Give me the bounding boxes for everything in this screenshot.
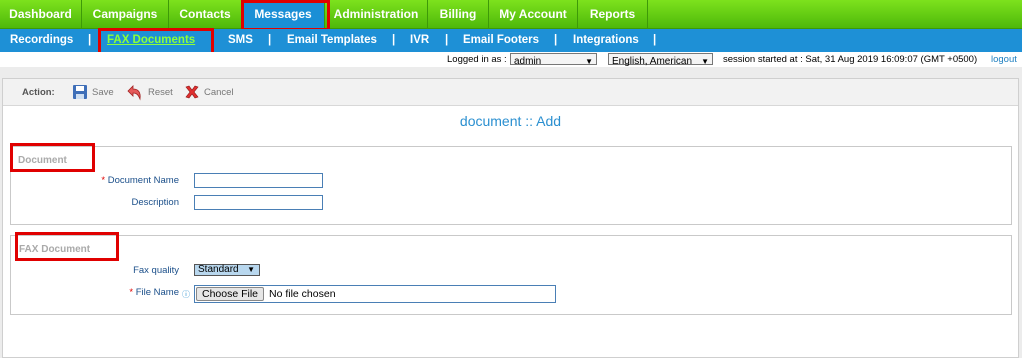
cancel-button[interactable]: Cancel	[184, 84, 242, 102]
chevron-down-icon: ▼	[701, 57, 709, 66]
cancel-label: Cancel	[204, 87, 234, 98]
description-field[interactable]	[194, 195, 323, 210]
chevron-down-icon: ▼	[585, 57, 593, 66]
document-name-label-text: Document Name	[107, 175, 179, 186]
nav-reports[interactable]: Reports	[578, 0, 648, 29]
file-status-text: No file chosen	[269, 288, 336, 300]
sub-nav: Recordings | FAX Documents SMS | Email T…	[0, 29, 1022, 52]
document-name-label: * Document Name	[71, 175, 179, 186]
subnav-fax-documents[interactable]: FAX Documents	[107, 29, 195, 52]
user-select[interactable]: admin ▼	[510, 53, 597, 67]
subnav-email-templates[interactable]: Email Templates	[287, 29, 377, 52]
logged-in-label: Logged in as :	[447, 54, 507, 65]
subnav-ivr[interactable]: IVR	[410, 29, 429, 52]
session-bar: Logged in as : admin ▼ English, American…	[0, 52, 1022, 67]
help-icon[interactable]: ⓘ	[182, 289, 190, 300]
fax-quality-value: Standard	[198, 264, 239, 275]
required-marker: *	[101, 175, 106, 186]
chevron-down-icon: ▼	[247, 265, 255, 274]
fax-quality-select[interactable]: Standard ▼	[194, 264, 260, 276]
fax-document-fieldset: FAX Document Fax quality Standard ▼ * Fi…	[10, 235, 1012, 315]
session-started-text: session started at : Sat, 31 Aug 2019 16…	[723, 54, 978, 65]
action-bar: Action: Save Reset Cancel	[3, 79, 1018, 106]
save-label: Save	[92, 87, 114, 98]
nav-messages[interactable]: Messages	[242, 0, 325, 29]
file-name-label-text: File Name	[135, 287, 179, 298]
subnav-separator: |	[554, 34, 558, 46]
subnav-recordings[interactable]: Recordings	[10, 29, 73, 52]
subnav-separator: |	[88, 34, 92, 46]
subnav-separator: |	[445, 34, 449, 46]
fax-quality-label: Fax quality	[133, 265, 179, 276]
nav-campaigns[interactable]: Campaigns	[82, 0, 169, 29]
nav-contacts[interactable]: Contacts	[169, 0, 242, 29]
top-nav: Dashboard Campaigns Contacts Messages Ad…	[0, 0, 1022, 31]
main-panel: Action: Save Reset Cancel document :: Ad…	[2, 78, 1019, 358]
description-label: Description	[131, 197, 179, 208]
language-select-value: English, American	[612, 56, 693, 67]
nav-dashboard[interactable]: Dashboard	[0, 0, 82, 29]
logout-link[interactable]: logout	[991, 52, 1017, 67]
action-label: Action:	[22, 87, 55, 98]
subnav-integrations[interactable]: Integrations	[573, 29, 639, 52]
save-button[interactable]: Save	[72, 84, 120, 102]
required-marker: *	[129, 287, 134, 298]
undo-arrow-icon	[127, 85, 141, 101]
nav-administration[interactable]: Administration	[325, 0, 428, 29]
user-select-value: admin	[514, 56, 542, 67]
close-icon	[185, 85, 199, 99]
floppy-disk-icon	[73, 85, 87, 99]
document-legend: Document	[18, 155, 67, 166]
document-name-field[interactable]	[194, 173, 323, 188]
subnav-sms[interactable]: SMS	[228, 29, 253, 52]
language-select[interactable]: English, American ▼	[608, 53, 713, 67]
file-input[interactable]: Choose File No file chosen	[194, 285, 556, 303]
fax-document-legend: FAX Document	[19, 244, 91, 255]
document-fieldset: Document * Document Name Description	[10, 146, 1012, 225]
subnav-separator: |	[392, 34, 396, 46]
subnav-separator: |	[268, 34, 272, 46]
choose-file-button[interactable]: Choose File	[196, 287, 264, 301]
reset-button[interactable]: Reset	[125, 84, 177, 102]
file-name-label: * File Name	[71, 287, 179, 298]
page-title: document :: Add	[459, 113, 562, 129]
reset-label: Reset	[148, 87, 173, 98]
nav-billing[interactable]: Billing	[428, 0, 489, 29]
subnav-email-footers[interactable]: Email Footers	[463, 29, 539, 52]
subnav-separator: |	[653, 34, 657, 46]
nav-my-account[interactable]: My Account	[489, 0, 578, 29]
